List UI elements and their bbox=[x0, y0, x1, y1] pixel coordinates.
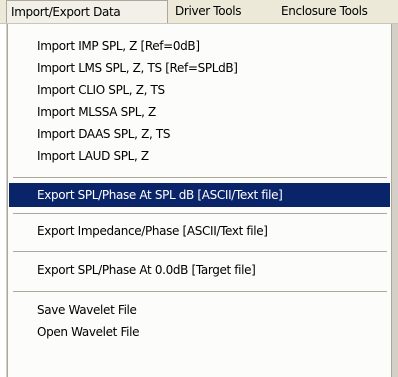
menu-item-import-lms[interactable]: Import LMS SPL, Z, TS [Ref=SPLdB] bbox=[9, 58, 390, 78]
menu-item-export-impedance-phase[interactable]: Export Impedance/Phase [ASCII/Text file] bbox=[9, 221, 390, 241]
menu-import-export-data[interactable]: Import/Export Data bbox=[6, 0, 168, 23]
menu-separator bbox=[13, 213, 387, 214]
window-left-edge bbox=[0, 24, 7, 377]
menu-item-save-wavelet-file[interactable]: Save Wavelet File bbox=[9, 300, 390, 320]
menu-bar: Import/Export Data Driver Tools Enclosur… bbox=[0, 0, 398, 24]
menu-enclosure-tools[interactable]: Enclosure Tools bbox=[277, 0, 372, 23]
menu-separator bbox=[13, 291, 387, 292]
menu-item-import-clio[interactable]: Import CLIO SPL, Z, TS bbox=[9, 80, 390, 100]
menu-item-import-laud[interactable]: Import LAUD SPL, Z bbox=[9, 146, 390, 166]
menu-item-import-imp[interactable]: Import IMP SPL, Z [Ref=0dB] bbox=[9, 36, 390, 56]
menu-separator bbox=[13, 177, 387, 178]
menu-separator bbox=[13, 251, 387, 252]
import-export-dropdown-menu: Import IMP SPL, Z [Ref=0dB] Import LMS S… bbox=[7, 24, 392, 377]
menu-item-import-mlssa[interactable]: Import MLSSA SPL, Z bbox=[9, 102, 390, 122]
application-window: Import/Export Data Driver Tools Enclosur… bbox=[0, 0, 398, 377]
menu-item-export-spl-phase-spl-db[interactable]: Export SPL/Phase At SPL dB [ASCII/Text f… bbox=[9, 183, 390, 207]
menu-item-import-daas[interactable]: Import DAAS SPL, Z, TS bbox=[9, 124, 390, 144]
menu-item-export-spl-phase-target[interactable]: Export SPL/Phase At 0.0dB [Target file] bbox=[9, 260, 390, 280]
menu-item-open-wavelet-file[interactable]: Open Wavelet File bbox=[9, 322, 390, 342]
menu-driver-tools[interactable]: Driver Tools bbox=[171, 0, 245, 23]
